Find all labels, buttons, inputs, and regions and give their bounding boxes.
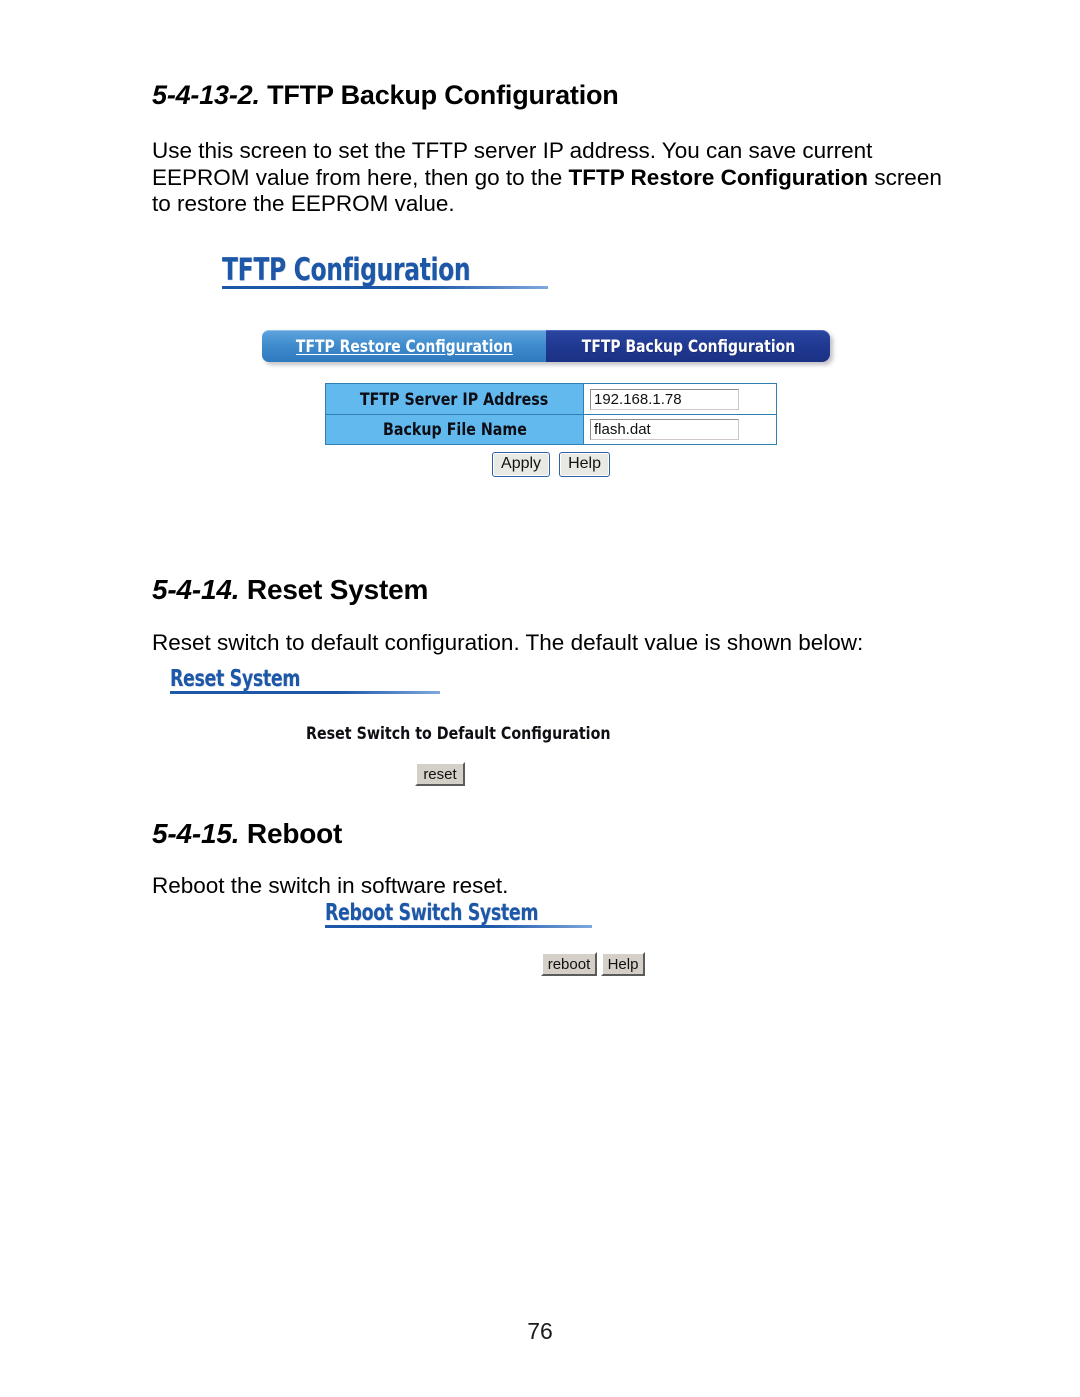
- section-number: 5-4-15.: [152, 818, 240, 849]
- title-underline-rule: [222, 286, 548, 289]
- tab-label: TFTP Restore Configuration: [295, 337, 513, 356]
- section-title: TFTP Backup Configuration: [267, 80, 619, 110]
- table-row: TFTP Server IP Address 192.168.1.78: [326, 384, 776, 414]
- field-label-backup-file-name: Backup File Name: [326, 415, 584, 444]
- page-number: 76: [527, 1318, 553, 1344]
- section-heading-reset-system: 5-4-14. Reset System: [152, 574, 428, 606]
- reset-panel-title: Reset System: [170, 666, 301, 692]
- reset-switch-note: Reset Switch to Default Configuration: [306, 724, 611, 743]
- tab-tftp-backup-configuration[interactable]: TFTP Backup Configuration: [546, 330, 830, 362]
- reboot-panel-title: Reboot Switch System: [325, 900, 539, 926]
- title-underline-rule: [170, 691, 440, 694]
- reboot-panel-title-group: Reboot Switch System: [325, 900, 592, 928]
- tab-label: TFTP Backup Configuration: [581, 337, 795, 356]
- field-cell-tftp-server-ip: 192.168.1.78: [584, 384, 776, 414]
- section-paragraph-tftp-backup: Use this screen to set the TFTP server I…: [152, 138, 942, 218]
- section-heading-reboot: 5-4-15. Reboot: [152, 818, 342, 850]
- section-title: Reboot: [246, 818, 343, 849]
- section-heading-tftp-backup: 5-4-13-2. TFTP Backup Configuration: [152, 80, 619, 111]
- apply-button[interactable]: Apply: [492, 452, 551, 477]
- tftp-form-table: TFTP Server IP Address 192.168.1.78 Back…: [325, 383, 777, 445]
- reset-system-screenshot: Reset System Reset Switch to Default Con…: [0, 666, 1080, 796]
- tftp-panel-title-group: TFTP Configuration: [222, 252, 548, 289]
- tftp-button-row: Apply Help: [325, 452, 777, 477]
- document-page: 5-4-13-2. TFTP Backup Configuration Use …: [0, 0, 1080, 1397]
- paragraph-bold-term: TFTP Restore Configuration: [568, 164, 869, 190]
- tftp-configuration-screenshot: TFTP Configuration TFTP Restore Configur…: [0, 252, 1080, 512]
- tftp-panel-title: TFTP Configuration: [222, 252, 471, 288]
- reset-button[interactable]: reset: [415, 762, 465, 786]
- section-number: 5-4-13-2.: [152, 80, 260, 110]
- help-button[interactable]: Help: [559, 452, 610, 477]
- label-text: TFTP Server IP Address: [360, 389, 549, 409]
- label-text: Backup File Name: [382, 420, 527, 439]
- reboot-button[interactable]: reboot: [541, 952, 597, 976]
- section-number: 5-4-14.: [152, 574, 240, 605]
- reboot-help-button[interactable]: Help: [601, 952, 645, 976]
- tftp-tab-bar: TFTP Restore Configuration TFTP Backup C…: [262, 330, 830, 362]
- tftp-server-ip-input[interactable]: 192.168.1.78: [590, 388, 739, 410]
- backup-file-name-input[interactable]: flash.dat: [590, 419, 739, 440]
- tab-tftp-restore-configuration[interactable]: TFTP Restore Configuration: [262, 330, 546, 362]
- reboot-switch-system-screenshot: Reboot Switch System reboot Help: [0, 900, 1080, 1010]
- field-label-tftp-server-ip: TFTP Server IP Address: [326, 384, 584, 414]
- section-paragraph-reboot: Reboot the switch in software reset.: [152, 873, 509, 898]
- reset-panel-title-group: Reset System: [170, 666, 440, 694]
- field-cell-backup-file-name: flash.dat: [584, 415, 776, 444]
- table-row: Backup File Name flash.dat: [326, 414, 776, 444]
- section-title: Reset System: [246, 574, 429, 605]
- title-underline-rule: [325, 925, 592, 928]
- section-paragraph-reset-system: Reset switch to default configuration. T…: [152, 630, 864, 655]
